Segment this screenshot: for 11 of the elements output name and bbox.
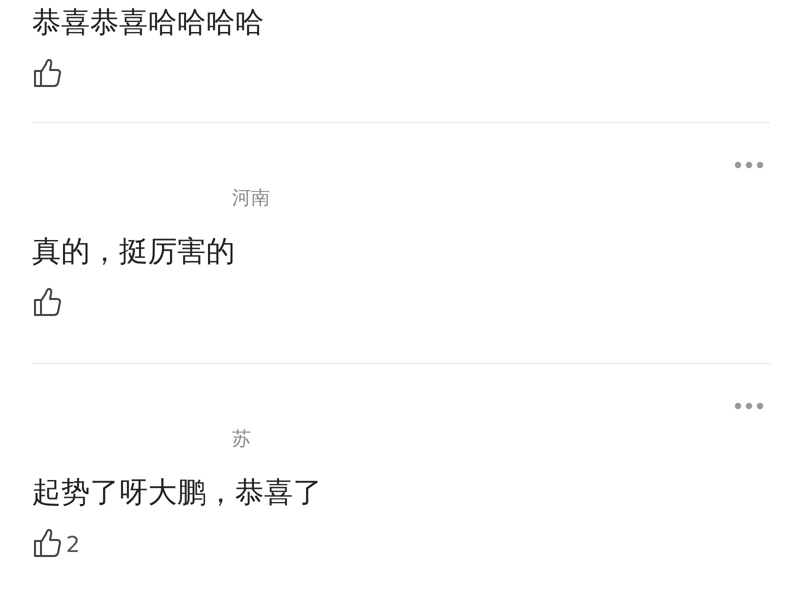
comment-text: 真的，挺厉害的 xyxy=(32,233,236,270)
thumbs-up-icon[interactable] xyxy=(32,58,62,88)
comment-text: 恭喜恭喜哈哈哈哈 xyxy=(32,4,265,41)
more-icon[interactable] xyxy=(734,402,764,410)
like-count: 2 xyxy=(66,533,80,558)
comment-text: 起势了呀大鹏，恭喜了 xyxy=(32,474,323,511)
thumbs-up-icon[interactable] xyxy=(32,287,62,317)
more-icon[interactable] xyxy=(734,161,764,169)
thumbs-up-icon[interactable] xyxy=(32,528,62,558)
location-label: 苏 xyxy=(232,427,252,452)
location-label: 河南 xyxy=(232,186,271,211)
